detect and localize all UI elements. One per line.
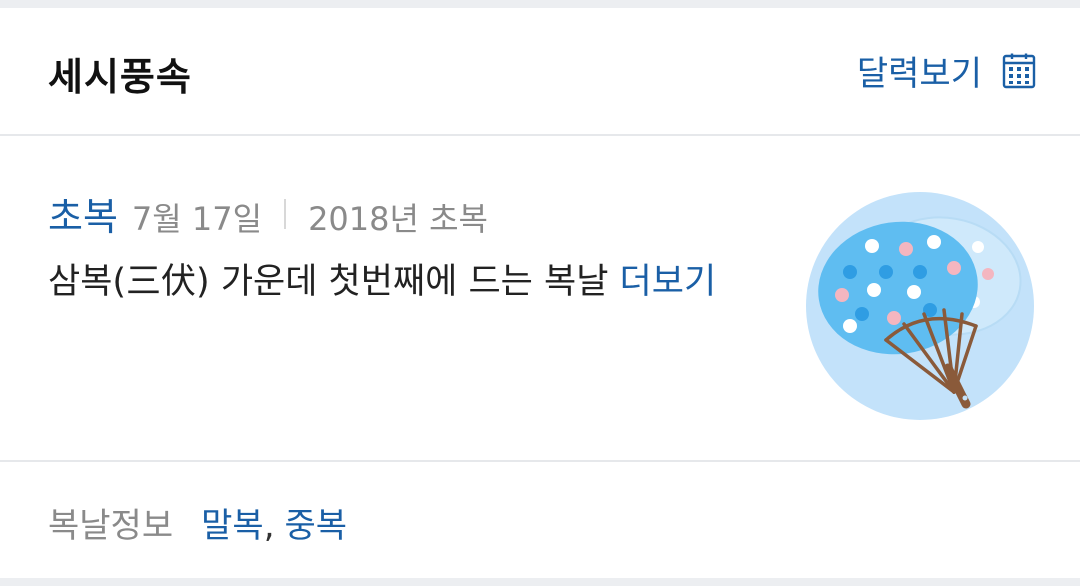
bok-day-info: 복날정보 말복 , 중복 [48,498,347,547]
calendar-view-link[interactable]: 달력보기 [857,46,1036,95]
info-label: 복날정보 [48,506,174,546]
festival-description: 삼복(三伏) 가운데 첫번째에 드는 복날 더보기 [48,254,778,310]
more-link[interactable]: 더보기 [620,262,717,302]
festival-year-label: 2018년 초복 [308,200,488,238]
festival-name-link[interactable]: 초복 [48,186,118,241]
calendar-view-label: 달력보기 [856,54,982,94]
festival-entry: 초복 7월 17일 2018년 초복 삼복(三伏) 가운데 첫번째에 드는 복날… [0,136,1080,462]
entry-header: 초복 7월 17일 2018년 초복 [48,186,488,241]
seasonal-customs-card: 세시풍속 달력보기 초복 7월 17일 2018년 초복 삼복(三伏) 가운데 … [0,8,1080,578]
malbok-link[interactable]: 말복 [201,498,264,547]
festival-description-text: 삼복(三伏) 가운데 첫번째에 드는 복날 [48,262,620,302]
link-separator: , [263,506,275,546]
divider [284,198,287,229]
paper-fan-icon [806,192,1034,420]
card-header: 세시풍속 달력보기 [0,8,1080,136]
calendar-icon [1002,53,1036,88]
section-title: 세시풍속 [48,55,192,99]
festival-date: 7월 17일 [131,200,263,238]
jungbok-link[interactable]: 중복 [285,498,348,547]
